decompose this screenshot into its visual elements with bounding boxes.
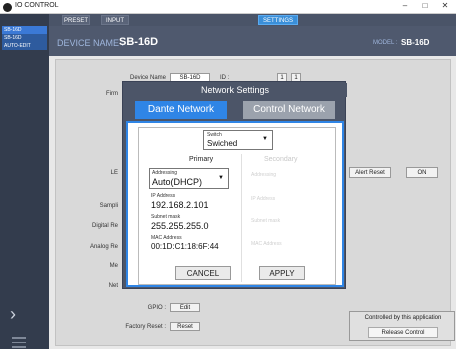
row-label: Digital Re [91, 223, 118, 229]
subnet-mask-label: Subnet mask [151, 214, 181, 220]
device-name: SB-16D [119, 36, 159, 48]
addressing-select[interactable]: Addressing Auto(DHCP) ▼ [149, 168, 229, 189]
gpio-edit-button[interactable]: Edit [170, 303, 200, 312]
mac-address-value: 00:1D:C1:18:6F:44 [151, 242, 219, 251]
secondary-ip-label: IP Address [251, 196, 276, 202]
dropdown-arrow-icon: ▼ [218, 175, 224, 181]
minimize-icon[interactable]: – [398, 1, 412, 10]
switch-value: Swiched [207, 139, 238, 148]
gpio-label: GPIO : [147, 305, 166, 311]
close-icon[interactable]: ✕ [438, 1, 452, 10]
switch-label: Switch [207, 132, 222, 138]
row-label: Net [108, 283, 118, 289]
mac-address-label: MAC Address [151, 235, 182, 241]
release-control-button[interactable]: Release Control [368, 327, 438, 338]
chevron-right-icon[interactable]: › [10, 304, 30, 324]
sidebar-device-item[interactable]: SB-16D [2, 26, 47, 34]
dialog-title: Network Settings [123, 83, 347, 97]
addressing-value: Auto(DHCP) [152, 177, 203, 187]
cancel-button[interactable]: CANCEL [175, 266, 231, 280]
tab-preset[interactable]: PRESET [62, 15, 90, 25]
tab-settings[interactable]: SETTINGS [258, 15, 298, 25]
tab-control-network[interactable]: Control Network [243, 101, 335, 119]
dropdown-arrow-icon: ▼ [262, 136, 268, 142]
control-ownership-box: Controlled by this application Release C… [349, 311, 455, 341]
subnet-mask-value: 255.255.255.0 [151, 221, 209, 231]
addressing-label: Addressing [152, 170, 178, 176]
row-label: Analog Re [89, 244, 118, 250]
device-sidebar: SB-16D SB-16D AUTO-EDIT › [0, 14, 49, 349]
window-title-bar: IO CONTROL – □ ✕ [0, 0, 456, 14]
secondary-addressing-label: Addressing [251, 172, 277, 178]
secondary-subnet-label: Subnet mask [251, 218, 281, 224]
row-label: Me [109, 263, 118, 269]
switch-mode-select[interactable]: Switch Swiched ▼ [203, 130, 273, 150]
sidebar-device-item[interactable]: AUTO-EDIT [2, 42, 47, 50]
device-name-label: DEVICE NAME : [57, 38, 125, 48]
apply-button[interactable]: APPLY [259, 266, 305, 280]
factory-reset-label: Factory Reset : [125, 324, 166, 330]
top-tab-bar: PRESET INPUT SETTINGS [49, 14, 456, 26]
ip-address-label: IP Address [151, 193, 176, 199]
secondary-header: Secondary [264, 156, 298, 163]
device-header: DEVICE NAME : SB-16D MODEL : SB-16D [49, 26, 456, 56]
factory-reset-button[interactable]: Reset [170, 322, 200, 331]
ip-address-value: 192.168.2.101 [151, 200, 209, 210]
sidebar-device-item[interactable]: SB-16D [2, 34, 47, 42]
app-icon [3, 3, 12, 12]
maximize-icon[interactable]: □ [418, 1, 432, 10]
model-label: MODEL : [373, 40, 398, 46]
menu-icon[interactable] [12, 337, 26, 348]
window-title: IO CONTROL [15, 2, 59, 9]
tab-dante-network[interactable]: Dante Network [135, 101, 227, 119]
alert-reset-button[interactable]: Alert Reset [349, 167, 391, 178]
controlled-by-text: Controlled by this application [364, 315, 442, 321]
network-settings-dialog: Network Settings Dante Network Control N… [122, 81, 347, 289]
alert-on-button[interactable]: ON [406, 167, 438, 178]
model-name: SB-16D [401, 38, 430, 47]
dialog-body: Switch Swiched ▼ Primary Secondary Addre… [126, 121, 344, 287]
firmware-label: Firm [106, 91, 118, 97]
dante-settings-form: Switch Swiched ▼ Primary Secondary Addre… [138, 127, 336, 285]
column-divider [241, 154, 242, 282]
primary-header: Primary [189, 156, 214, 163]
row-label: LE [110, 170, 118, 176]
tab-input[interactable]: INPUT [101, 15, 129, 25]
secondary-mac-label: MAC Address [251, 241, 282, 247]
row-label: Sampli [99, 203, 118, 209]
